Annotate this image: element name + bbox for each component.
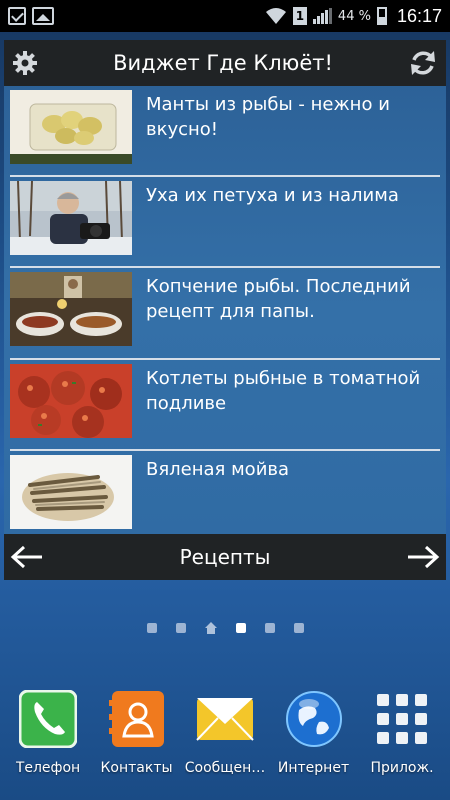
page-dot[interactable] bbox=[146, 623, 157, 633]
arrow-right-icon[interactable] bbox=[406, 545, 440, 569]
app-label: Прилож. bbox=[370, 760, 434, 776]
clock: 16:17 bbox=[396, 5, 442, 26]
page-dot[interactable] bbox=[264, 623, 275, 633]
recipes-widget: Виджет Где Клюёт! Манты из рыбы - нежно … bbox=[4, 40, 446, 580]
dried-capelin-thumbnail bbox=[10, 455, 132, 529]
item-title: Вяленая мойва bbox=[146, 459, 290, 480]
manty-thumbnail bbox=[10, 90, 132, 164]
widget-header: Виджет Где Клюёт! bbox=[4, 40, 446, 86]
gear-icon[interactable] bbox=[12, 50, 38, 76]
page-indicator bbox=[0, 622, 450, 634]
battery-percent: 44 % bbox=[337, 8, 371, 24]
signal-icon bbox=[312, 8, 332, 24]
list-item[interactable]: Вяленая мойва bbox=[10, 451, 440, 542]
app-label: Сообщен… bbox=[184, 760, 266, 776]
recipe-list: Манты из рыбы - нежно и вкусно! Уха их п… bbox=[4, 86, 446, 542]
item-title: Манты из рыбы - нежно и вкусно! bbox=[146, 94, 390, 140]
home-page-icon[interactable] bbox=[204, 622, 217, 634]
refresh-icon[interactable] bbox=[408, 48, 438, 78]
app-label: Телефон bbox=[15, 760, 81, 776]
app-internet[interactable]: Интернет bbox=[270, 688, 358, 800]
item-title: Копчение рыбы. Последний рецепт для папы… bbox=[146, 276, 411, 322]
messages-icon bbox=[196, 698, 254, 741]
apps-grid-icon bbox=[377, 694, 427, 744]
widget-title: Виджет Где Клюёт! bbox=[113, 51, 333, 75]
phone-icon bbox=[19, 690, 77, 748]
page-dot[interactable] bbox=[175, 623, 186, 633]
gallery-notification-icon bbox=[32, 7, 54, 25]
app-dock: Телефон Контакты Сообщен… Интернет Прило… bbox=[0, 688, 450, 800]
status-bar: 1 44 % 16:17 bbox=[0, 0, 450, 32]
app-phone[interactable]: Телефон bbox=[4, 688, 92, 800]
list-item[interactable]: Уха их петуха и из налима bbox=[10, 177, 440, 268]
list-item[interactable]: Котлеты рыбные в томатной подливе bbox=[10, 360, 440, 451]
app-contacts[interactable]: Контакты bbox=[93, 688, 181, 800]
smoked-fish-thumbnail bbox=[10, 272, 132, 346]
wifi-icon bbox=[265, 8, 286, 24]
arrow-left-icon[interactable] bbox=[10, 545, 44, 569]
category-title: Рецепты bbox=[179, 545, 271, 569]
page-dot[interactable] bbox=[293, 623, 304, 633]
battery-icon bbox=[376, 7, 387, 25]
app-messages[interactable]: Сообщен… bbox=[181, 688, 269, 800]
app-label: Интернет bbox=[277, 760, 350, 776]
sim-badge: 1 bbox=[292, 7, 307, 25]
item-title: Котлеты рыбные в томатной подливе bbox=[146, 368, 421, 414]
item-title: Уха их петуха и из налима bbox=[146, 185, 399, 206]
checkbox-notification-icon bbox=[8, 7, 26, 25]
app-all-apps[interactable]: Прилож. bbox=[358, 688, 446, 800]
fish-soup-thumbnail bbox=[10, 181, 132, 255]
contacts-icon bbox=[108, 691, 164, 747]
page-dot-active[interactable] bbox=[235, 623, 246, 633]
list-item[interactable]: Копчение рыбы. Последний рецепт для папы… bbox=[10, 268, 440, 360]
widget-footer: Рецепты bbox=[4, 534, 446, 580]
app-label: Контакты bbox=[100, 760, 173, 776]
list-item[interactable]: Манты из рыбы - нежно и вкусно! bbox=[10, 86, 440, 177]
internet-icon bbox=[285, 691, 342, 747]
fish-cutlets-thumbnail bbox=[10, 364, 132, 438]
